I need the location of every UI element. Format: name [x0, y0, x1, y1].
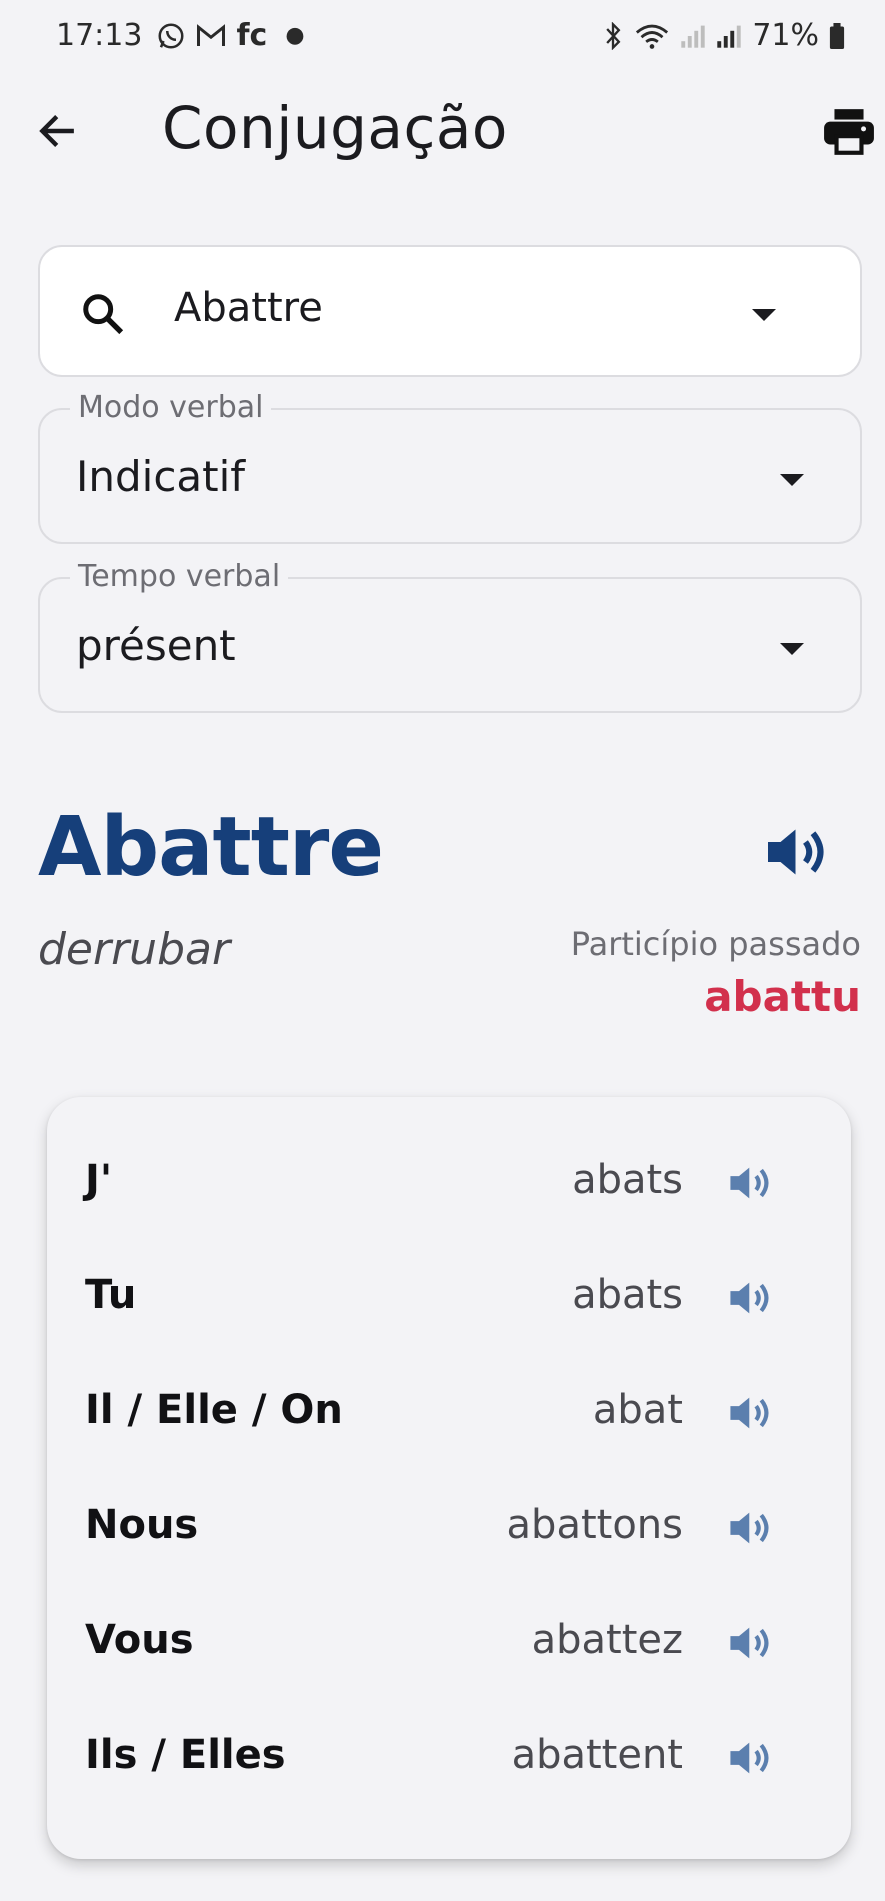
row-audio-button[interactable] — [727, 1276, 775, 1320]
row-audio-button[interactable] — [727, 1621, 775, 1665]
conjugated-form: abats — [572, 1272, 683, 1318]
notification-dot-icon: ● — [285, 23, 305, 48]
conjugation-table: J' abats Tu abats Il / Elle / On abat No… — [47, 1097, 851, 1859]
pronoun-label: Nous — [85, 1502, 199, 1548]
speaker-icon — [730, 1282, 769, 1314]
table-row: Vous abattez — [47, 1599, 851, 1689]
row-audio-button[interactable] — [727, 1391, 775, 1435]
table-row: Tu abats — [47, 1254, 851, 1344]
pronoun-label: J' — [85, 1157, 113, 1203]
chevron-down-icon — [780, 474, 804, 486]
back-button[interactable] — [30, 104, 84, 158]
tempo-verbal-value: présent — [76, 621, 236, 670]
row-audio-button[interactable] — [727, 1161, 775, 1205]
signal-icon — [716, 23, 742, 49]
pronoun-label: Tu — [85, 1272, 137, 1318]
speaker-icon — [730, 1167, 769, 1199]
gmail-icon — [196, 23, 226, 49]
chevron-down-icon — [780, 643, 804, 655]
pronoun-label: Il / Elle / On — [85, 1387, 343, 1433]
status-left: 17:13 fc ● — [56, 18, 305, 53]
page-title: Conjugação — [162, 94, 508, 162]
modo-verbal-value: Indicatif — [76, 452, 246, 501]
pronoun-label: Vous — [85, 1617, 194, 1663]
arrow-left-icon — [39, 115, 74, 147]
battery-icon — [829, 22, 845, 49]
table-row: Nous abattons — [47, 1484, 851, 1574]
signal-icon — [680, 23, 706, 49]
verb-translation: derrubar — [38, 924, 231, 975]
verb-title: Abattre — [38, 800, 384, 895]
battery-percent: 71% — [752, 18, 819, 53]
past-participle-value: abattu — [704, 972, 861, 1021]
modo-verbal-label: Modo verbal — [70, 390, 272, 425]
notification-fc-label: fc — [236, 18, 268, 53]
conjugated-form: abattons — [506, 1502, 683, 1548]
tempo-verbal-select[interactable]: Tempo verbal présent — [38, 559, 862, 713]
print-button[interactable] — [819, 102, 879, 162]
conjugated-form: abattez — [531, 1617, 683, 1663]
pronoun-label: Ils / Elles — [85, 1732, 286, 1778]
speaker-icon — [730, 1397, 769, 1429]
search-value: Abattre — [174, 285, 323, 331]
speaker-icon — [768, 829, 824, 875]
printer-icon — [824, 109, 874, 155]
verb-audio-button[interactable] — [763, 822, 833, 882]
row-audio-button[interactable] — [727, 1736, 775, 1780]
speaker-icon — [730, 1512, 769, 1544]
status-right: 71% — [602, 18, 845, 53]
chevron-down-icon — [752, 309, 776, 321]
conjugated-form: abats — [572, 1157, 683, 1203]
speaker-icon — [730, 1627, 769, 1659]
past-participle-label: Particípio passado — [570, 925, 861, 963]
app-bar: Conjugação — [0, 90, 885, 170]
speaker-icon — [730, 1742, 769, 1774]
table-row: Il / Elle / On abat — [47, 1369, 851, 1459]
table-row: Ils / Elles abattent — [47, 1714, 851, 1804]
whatsapp-icon — [156, 21, 186, 51]
row-audio-button[interactable] — [727, 1506, 775, 1550]
table-row: J' abats — [47, 1139, 851, 1229]
search-icon — [80, 291, 126, 341]
modo-verbal-select[interactable]: Modo verbal Indicatif — [38, 390, 862, 544]
status-time: 17:13 — [56, 18, 143, 53]
wifi-icon — [634, 22, 670, 50]
bluetooth-icon — [602, 21, 624, 50]
conjugated-form: abattent — [511, 1732, 683, 1778]
status-bar: 17:13 fc ● 71% — [0, 0, 885, 80]
conjugated-form: abat — [592, 1387, 683, 1433]
tempo-verbal-label: Tempo verbal — [70, 559, 289, 594]
conjugation-screen: 17:13 fc ● 71% Conjugação Abattre Modo v… — [0, 0, 885, 1901]
verb-search-dropdown[interactable]: Abattre — [38, 245, 862, 377]
